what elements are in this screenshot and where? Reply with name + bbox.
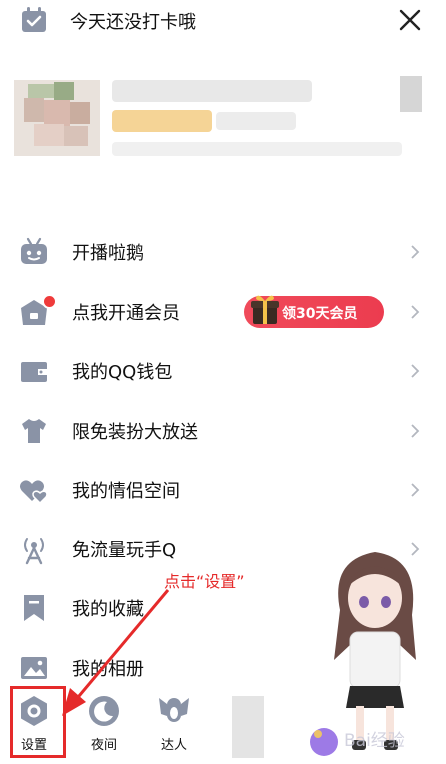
expert-label: 达人 [160, 738, 187, 753]
penguin-wings-icon [159, 698, 189, 722]
menu-item-dressup[interactable]: 限免装扮大放送 [0, 405, 446, 457]
checkin-status-text[interactable]: 今天还没打卡哦 [70, 8, 196, 34]
tshirt-icon [22, 419, 46, 443]
chevron-right-icon [411, 364, 420, 378]
close-icon[interactable] [396, 6, 424, 34]
svg-text:Bai经验: Bai经验 [344, 731, 405, 751]
signal-tower-icon [24, 538, 44, 565]
level-blur [112, 110, 212, 132]
menu-item-label: 开播啦鹅 [72, 243, 144, 264]
double-heart-icon [20, 480, 48, 505]
menu-item-label: 我的情侣空间 [72, 481, 180, 502]
vip-promo-text: 领30天会员 [282, 306, 358, 322]
menu-item-label: 免流量玩手Q [72, 540, 177, 561]
tv-robot-icon [21, 237, 47, 264]
menu-item-couple-space[interactable]: 我的情侣空间 [0, 464, 446, 516]
chevron-right-icon [411, 483, 420, 497]
avatar[interactable] [14, 80, 100, 156]
calendar-icon [22, 7, 46, 32]
menu-item-live[interactable]: 开播啦鹅 [0, 226, 446, 278]
wallet-icon [21, 362, 47, 382]
chevron-right-icon [411, 245, 420, 259]
nickname-blur [112, 80, 312, 102]
night-label: 夜间 [90, 738, 117, 753]
qr-blur[interactable] [400, 76, 422, 112]
moon-icon [89, 696, 119, 726]
chevron-right-icon [411, 305, 420, 319]
expert-button[interactable]: 达人 [144, 690, 204, 756]
settings-highlight-box [10, 686, 66, 758]
menu-item-vip[interactable]: 点我开通会员 领30天会员 [0, 286, 446, 338]
menu-item-label: 点我开通会员 [72, 303, 180, 324]
menu-item-wallet[interactable]: 我的QQ钱包 [0, 345, 446, 397]
notification-dot [42, 294, 57, 309]
menu-item-label: 我的QQ钱包 [72, 362, 173, 383]
night-mode-button[interactable]: 夜间 [74, 690, 134, 756]
gift-box-icon [251, 295, 279, 324]
blurred-bottom-item[interactable] [232, 696, 264, 758]
baidu-watermark-logo: Bai经验 [310, 728, 405, 756]
level-blur-2 [216, 112, 296, 130]
menu-item-label: 限免装扮大放送 [72, 422, 198, 443]
chevron-right-icon [411, 424, 420, 438]
signature-blur [112, 142, 402, 156]
vip-promo-badge[interactable]: 领30天会员 [244, 295, 384, 328]
